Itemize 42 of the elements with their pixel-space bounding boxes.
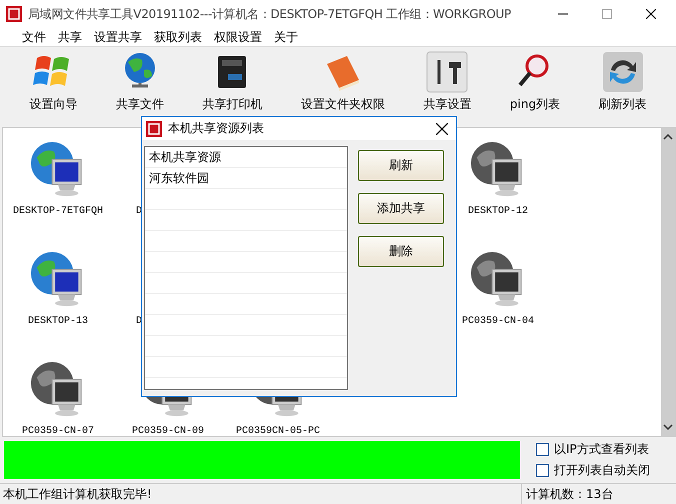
dialog-button[interactable]: 刷新 [358, 150, 444, 181]
scroll-down-icon[interactable] [663, 424, 673, 430]
computer-name[interactable]: DESKTOP-7ETGFQH [12, 206, 103, 217]
toolbar-button[interactable]: ping列表 [510, 50, 560, 113]
dialog-button[interactable]: 添加共享 [358, 193, 444, 224]
scroll-up-icon[interactable] [663, 134, 673, 140]
toolbar-button[interactable]: 设置文件夹权限 [300, 50, 385, 113]
computer-name[interactable]: PC0359CN-05-PC [236, 426, 320, 436]
computer-count: 计算机数：13台 [525, 486, 614, 503]
checkbox[interactable] [536, 464, 549, 477]
tools-icon [425, 50, 470, 94]
close-icon[interactable] [646, 9, 656, 19]
menu-item[interactable]: 权限设置 [214, 28, 262, 46]
menu-item[interactable]: 关于 [274, 28, 298, 46]
app-logo-icon [146, 120, 162, 136]
menu-item[interactable]: 获取列表 [154, 28, 202, 46]
menu-item[interactable]: 设置共享 [94, 28, 142, 46]
checkbox-label[interactable]: 打开列表自动关闭 [554, 462, 650, 479]
computer-name[interactable]: PC0359-CN-09 [132, 426, 204, 436]
toolbar-button[interactable]: 设置向导 [29, 50, 78, 113]
status-message: 本机工作组计算机获取完毕! [0, 484, 522, 504]
list-item[interactable]: 河东软件园 [145, 168, 347, 189]
computer-name[interactable]: PC0359-CN-07 [22, 426, 94, 436]
toolbar-button[interactable]: 共享设置 [423, 50, 472, 113]
toolbar-button[interactable]: 共享文件 [116, 50, 164, 113]
computer-name[interactable]: DESKTOP-12 [468, 206, 528, 217]
checkbox-label[interactable]: 以IP方式查看列表 [554, 441, 649, 458]
computer-name[interactable]: PC0359-CN-04 [462, 316, 534, 327]
refresh-icon [600, 50, 645, 94]
menu-item[interactable]: 共享 [58, 28, 82, 46]
menu-item[interactable]: 文件 [22, 28, 46, 46]
toolbar-button[interactable]: 刷新列表 [598, 50, 647, 113]
list-header: 本机共享资源 [145, 147, 347, 168]
checkbox[interactable] [536, 443, 549, 456]
toolbar-button[interactable]: 共享打印机 [202, 50, 262, 113]
dialog-title: 本机共享资源列表 [168, 120, 265, 137]
window-title: 局域网文件共享工具V20191102---计算机名：DESKTOP-7ETGFQH 工作组：WORKGROUP [28, 6, 512, 22]
close-icon[interactable] [436, 122, 448, 134]
computer-name[interactable]: DESKTOP-13 [28, 316, 88, 327]
vertical-scrollbar[interactable] [661, 128, 675, 436]
app-logo-icon [6, 6, 22, 22]
dialog-button[interactable]: 删除 [358, 236, 444, 267]
